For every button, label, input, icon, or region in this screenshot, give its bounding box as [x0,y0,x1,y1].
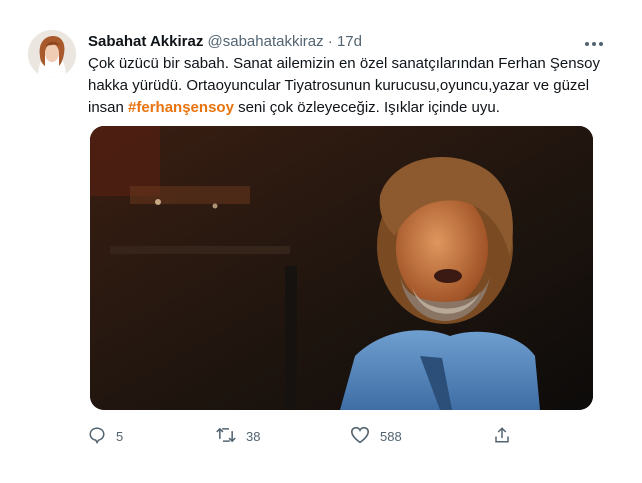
more-icon[interactable] [584,36,604,46]
retweet-icon [216,426,246,447]
author-handle[interactable]: @sabahatakkiraz [208,33,324,50]
reply-icon [88,426,116,447]
reply-button[interactable]: 5 [88,426,123,446]
separator-dot: · [327,33,333,50]
tweet-time[interactable]: 17d [337,33,362,50]
heart-icon [350,426,380,447]
avatar[interactable] [28,30,76,78]
retweet-button[interactable]: 38 [216,426,260,446]
share-icon [493,426,521,447]
tweet-image[interactable] [90,126,593,410]
reply-count: 5 [116,428,124,444]
tweet-text: Çok üzücü bir sabah. Sanat ailemizin en … [88,53,608,119]
retweet-count: 38 [246,428,261,444]
tweet-header: Sabahat Akkiraz @sabahatakkiraz · 17d [88,31,602,53]
like-button[interactable]: 588 [350,426,402,446]
like-count: 588 [380,428,402,444]
author-name[interactable]: Sabahat Akkiraz [88,33,203,50]
hashtag-link[interactable]: #ferhanşensoy [128,99,234,116]
share-button[interactable] [493,426,521,446]
tweet-text-tail: seni çok özleyeceğiz. Işıklar içinde uyu… [233,99,500,116]
tweet-actions: 5 38 588 [88,426,518,446]
tweet[interactable]: Sabahat Akkiraz @sabahatakkiraz · 17d Ço… [0,0,642,483]
